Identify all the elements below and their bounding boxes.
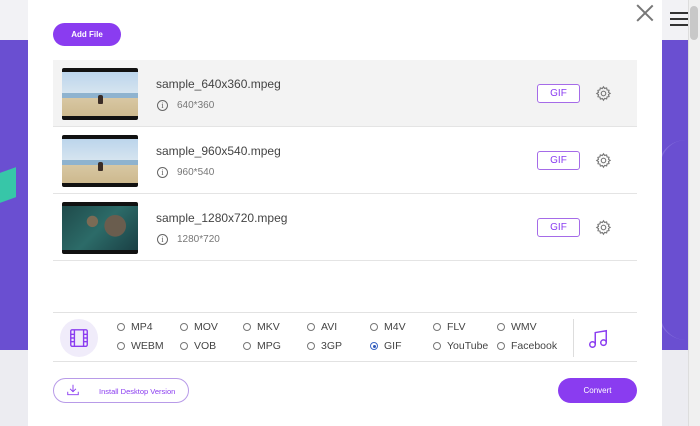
format-selector: MP4 MOV MKV AVI M4V FLV WMV WEBM VOB MPG 3GP GIF You… <box>53 312 637 362</box>
format-option-wmv[interactable]: WMV <box>497 321 537 333</box>
format-option-youtube[interactable]: YouTube <box>433 340 488 352</box>
install-desktop-button[interactable]: Install Desktop Version <box>53 378 189 403</box>
info-icon: i <box>157 100 168 111</box>
radio-button[interactable] <box>433 342 441 350</box>
format-label: MOV <box>194 321 218 333</box>
format-label: Facebook <box>511 340 558 352</box>
radio-button[interactable] <box>433 323 441 331</box>
background-decoration <box>0 167 16 203</box>
file-resolution: 960*540 <box>177 167 215 178</box>
file-resolution: 1280*720 <box>177 234 220 245</box>
video-format-tab[interactable] <box>60 319 98 357</box>
converter-dialog: Add File sample_640x360.mpeg i 640*360 G… <box>28 0 662 426</box>
gear-icon[interactable] <box>595 152 612 169</box>
format-option-m4v[interactable]: M4V <box>370 321 406 333</box>
file-list: sample_640x360.mpeg i 640*360 GIF sample… <box>53 60 637 261</box>
close-icon[interactable] <box>636 4 654 22</box>
install-label: Install Desktop Version <box>99 387 176 396</box>
page-scrollbar[interactable] <box>688 0 700 426</box>
radio-button[interactable] <box>370 342 378 350</box>
radio-button[interactable] <box>180 323 188 331</box>
radio-button[interactable] <box>307 323 315 331</box>
convert-button[interactable]: Convert <box>558 378 637 403</box>
video-thumbnail <box>62 202 138 254</box>
format-option-avi[interactable]: AVI <box>307 321 337 333</box>
radio-button[interactable] <box>117 323 125 331</box>
format-label: MPG <box>257 340 281 352</box>
video-thumbnail <box>62 135 138 187</box>
format-option-mkv[interactable]: MKV <box>243 321 280 333</box>
radio-button[interactable] <box>307 342 315 350</box>
format-option-3gp[interactable]: 3GP <box>307 340 342 352</box>
output-format-button[interactable]: GIF <box>537 218 580 237</box>
file-row: sample_960x540.mpeg i 960*540 GIF <box>53 127 637 194</box>
gear-icon[interactable] <box>595 85 612 102</box>
file-name: sample_960x540.mpeg <box>156 144 281 158</box>
video-thumbnail <box>62 68 138 120</box>
background-decoration <box>658 140 686 340</box>
radio-button[interactable] <box>370 323 378 331</box>
format-option-vob[interactable]: VOB <box>180 340 216 352</box>
gear-icon[interactable] <box>595 219 612 236</box>
add-file-button[interactable]: Add File <box>53 23 121 46</box>
scrollbar-thumb[interactable] <box>690 6 698 40</box>
file-name: sample_1280x720.mpeg <box>156 211 288 225</box>
format-option-mpg[interactable]: MPG <box>243 340 281 352</box>
radio-button[interactable] <box>243 342 251 350</box>
format-label: VOB <box>194 340 217 352</box>
radio-button[interactable] <box>497 342 505 350</box>
format-label: WMV <box>511 321 537 333</box>
radio-button[interactable] <box>180 342 188 350</box>
format-label: WEBM <box>131 340 164 352</box>
format-label: MKV <box>257 321 280 333</box>
film-icon <box>70 329 88 347</box>
info-icon: i <box>157 234 168 245</box>
format-option-webm[interactable]: WEBM <box>117 340 164 352</box>
format-label: MP4 <box>131 321 153 333</box>
download-icon <box>67 384 79 396</box>
info-icon: i <box>157 167 168 178</box>
file-row: sample_640x360.mpeg i 640*360 GIF <box>53 60 637 127</box>
hamburger-menu-icon[interactable] <box>670 12 688 26</box>
file-row: sample_1280x720.mpeg i 1280*720 GIF <box>53 194 637 261</box>
format-label: FLV <box>447 321 466 333</box>
format-option-flv[interactable]: FLV <box>433 321 465 333</box>
radio-button[interactable] <box>497 323 505 331</box>
format-label: AVI <box>321 321 338 333</box>
format-option-facebook[interactable]: Facebook <box>497 340 557 352</box>
format-label: M4V <box>384 321 406 333</box>
music-note-icon[interactable] <box>587 328 609 350</box>
file-name: sample_640x360.mpeg <box>156 77 281 91</box>
format-option-gif[interactable]: GIF <box>370 340 402 352</box>
format-option-mov[interactable]: MOV <box>180 321 218 333</box>
radio-button[interactable] <box>117 342 125 350</box>
output-format-button[interactable]: GIF <box>537 84 580 103</box>
file-resolution: 640*360 <box>177 100 215 111</box>
output-format-button[interactable]: GIF <box>537 151 580 170</box>
format-option-mp4[interactable]: MP4 <box>117 321 153 333</box>
format-label: GIF <box>384 340 402 352</box>
divider <box>573 319 574 357</box>
radio-button[interactable] <box>243 323 251 331</box>
format-label: YouTube <box>447 340 489 352</box>
format-label: 3GP <box>321 340 343 352</box>
